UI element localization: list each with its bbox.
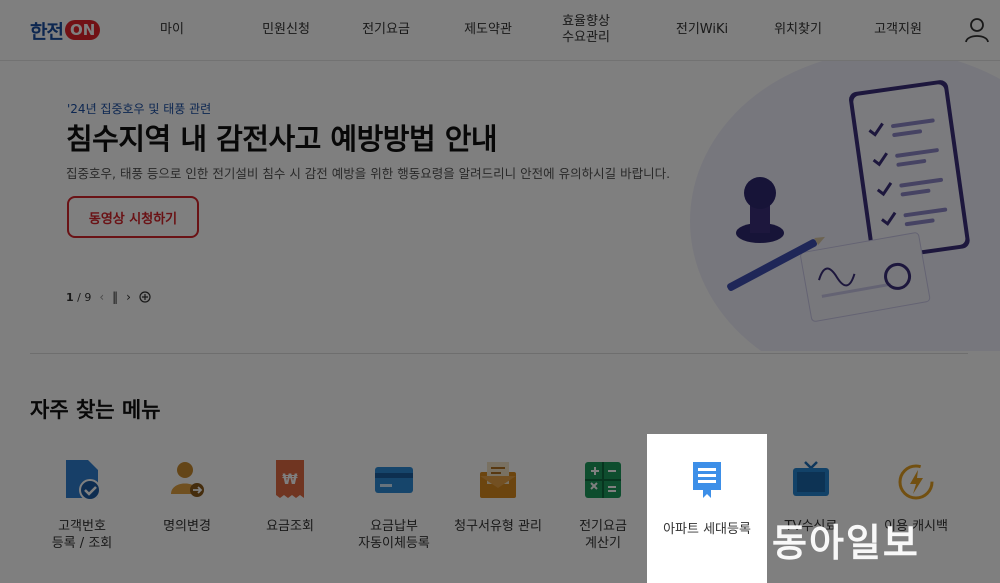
watch-video-button[interactable]: 동영상 시청하기 <box>67 196 199 238</box>
menu-item-label: 명의변경 <box>163 519 211 534</box>
banner-pager: 1 / 9 ‹ ‖ › <box>66 290 151 304</box>
menu-item-customer-number[interactable]: 고객번호 등록 / 조회 <box>22 436 142 583</box>
menu-item-auto-payment[interactable]: 요금납부 자동이체등록 <box>334 436 454 583</box>
cashback-icon <box>898 464 934 500</box>
menu-item-label: 요금납부 자동이체등록 <box>358 519 430 551</box>
frequent-menu-title: 자주 찾는 메뉴 <box>30 398 161 422</box>
card-icon <box>375 467 413 493</box>
section-divider <box>30 353 968 354</box>
next-slide-icon[interactable]: › <box>126 290 131 304</box>
pager-counter: 1 / 9 <box>66 291 91 304</box>
calculator-icon <box>585 462 621 498</box>
menu-item-label: 요금조회 <box>266 519 314 534</box>
logo-text: 한전 <box>30 20 64 43</box>
svg-text:₩: ₩ <box>282 472 298 488</box>
logo-on-badge: ON <box>64 20 101 40</box>
menu-item-bill-inquiry[interactable]: ₩ 요금조회 <box>230 436 350 583</box>
top-header: 한전 ON 마이 민원신청 전기요금 제도약관 효율향상 수요관리 전기WiKi… <box>0 0 1000 61</box>
menu-item-rate-calculator[interactable]: 전기요금 계산기 <box>543 436 663 583</box>
hero-description: 집중호우, 태풍 등으로 인한 전기설비 침수 시 감전 예방을 위한 행동요령… <box>66 166 671 181</box>
add-circle-icon[interactable] <box>139 291 151 303</box>
hero-banner: '24년 집중호우 및 태풍 관련 침수지역 내 감전사고 예방방법 안내 집중… <box>0 61 1000 351</box>
hero-subtitle: '24년 집중호우 및 태풍 관련 <box>67 102 212 116</box>
document-stamp-illustration <box>690 61 1000 351</box>
apartment-icon <box>693 462 721 498</box>
newspaper-watermark: 동아일보 <box>772 521 920 565</box>
tv-icon <box>793 461 829 496</box>
pause-icon[interactable]: ‖ <box>112 290 118 304</box>
kepco-on-logo[interactable]: 한전 ON <box>30 17 101 43</box>
menu-item-label: 청구서유형 관리 <box>454 519 542 534</box>
pager-current: 1 <box>66 290 74 304</box>
nav-item-efficiency[interactable]: 효율향상 수요관리 <box>550 0 622 60</box>
nav-item-civil-request[interactable]: 민원신청 <box>250 0 322 60</box>
bill-icon: ₩ <box>276 460 304 498</box>
nav-item-support[interactable]: 고객지원 <box>862 0 934 60</box>
document-check-icon <box>66 460 101 501</box>
user-change-icon <box>171 462 204 497</box>
menu-item-label: 고객번호 등록 / 조회 <box>51 519 113 551</box>
hero-title: 침수지역 내 감전사고 예방방법 안내 <box>66 122 498 156</box>
menu-item-apartment-registration[interactable]: 아파트 세대등록 <box>647 434 767 583</box>
user-icon[interactable] <box>964 17 990 43</box>
nav-item-my[interactable]: 마이 <box>140 0 204 60</box>
nav-item-electric-rates[interactable]: 전기요금 <box>350 0 422 60</box>
menu-item-label: 전기요금 계산기 <box>579 519 627 551</box>
nav-item-terms[interactable]: 제도약관 <box>452 0 524 60</box>
menu-item-label: 아파트 세대등록 <box>663 522 751 537</box>
prev-slide-icon[interactable]: ‹ <box>99 290 104 304</box>
menu-item-name-change[interactable]: 명의변경 <box>127 436 247 583</box>
nav-item-wiki[interactable]: 전기WiKi <box>664 0 740 60</box>
nav-item-location[interactable]: 위치찾기 <box>762 0 834 60</box>
menu-item-bill-type[interactable]: 청구서유형 관리 <box>438 436 558 583</box>
pager-total: / 9 <box>77 290 92 304</box>
envelope-icon <box>480 462 516 498</box>
